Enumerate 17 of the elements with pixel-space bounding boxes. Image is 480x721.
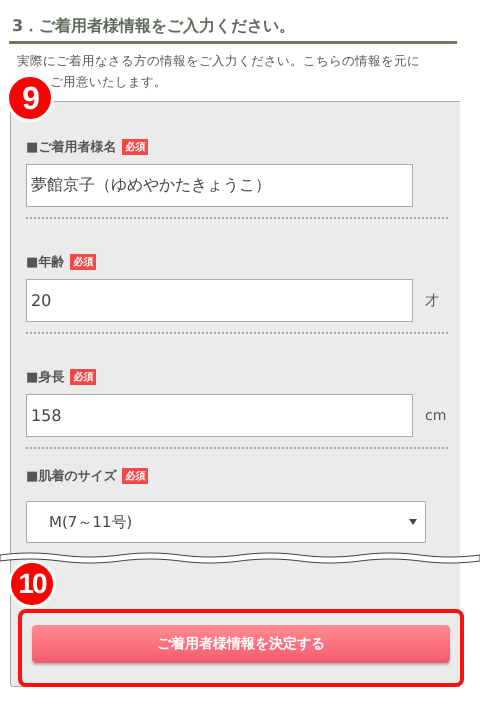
- unit-label: cm: [425, 408, 446, 424]
- input-field[interactable]: 20: [26, 279, 413, 322]
- section-heading: 3．ご着用者様情報をご入力ください。: [9, 0, 457, 44]
- intro-text: 実際にご着用なさる方の情報をご入力ください。こちらの情報を元に: [17, 52, 421, 70]
- field-label: ■身長: [26, 369, 64, 386]
- required-badge: 必須: [70, 369, 96, 385]
- input-field[interactable]: 158: [26, 394, 413, 437]
- required-badge: 必須: [122, 139, 148, 155]
- field-label: ■ご着用者様名: [26, 138, 116, 156]
- unit-label: 才: [425, 292, 439, 310]
- input-field[interactable]: 夢館京子（ゆめやかたきょうこ）: [26, 164, 413, 207]
- size-dropdown[interactable]: M(7～11号): [26, 501, 426, 543]
- field-label: ■肌着のサイズ: [26, 468, 116, 485]
- required-badge: 必須: [122, 468, 148, 484]
- required-badge: 必須: [70, 254, 96, 270]
- field-label: ■年齢: [26, 254, 64, 271]
- caret-icon: [409, 519, 417, 525]
